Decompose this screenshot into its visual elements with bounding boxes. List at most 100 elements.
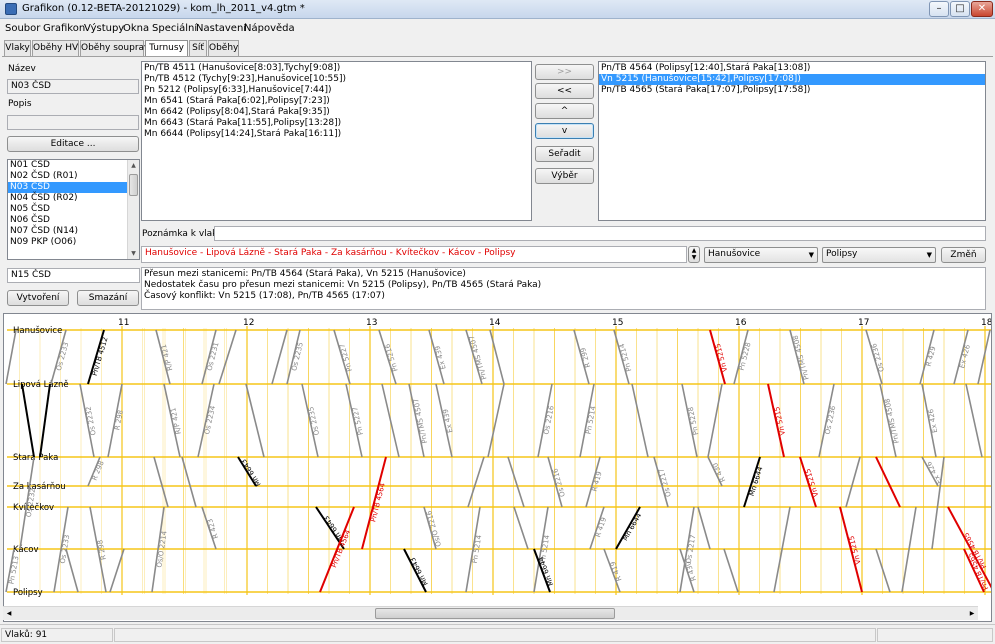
app-icon [5,3,17,15]
available-train-item[interactable]: Mn 6541 (Stará Paka[6:02],Polipsy[7:23]) [142,96,531,107]
message-line: Nedostatek času pro přesun mezi stanicem… [144,280,542,290]
select-button[interactable]: Výběr [535,168,594,184]
tab-obehy[interactable]: Oběhy [208,40,239,56]
available-train-item[interactable]: Pn/TB 4511 (Hanušovice[8:03],Tychy[9:08]… [142,63,531,74]
circulation-list-scrollbar[interactable]: ▲ ▼ [127,160,139,259]
scroll-right-icon[interactable]: ▶ [966,608,978,620]
menu-soubor[interactable]: Soubor [5,23,40,34]
menu-bar: Soubor Grafikon Výstupy Okna Speciální N… [0,20,995,38]
train-diagram-canvas[interactable]: 11 12 13 14 15 16 17 18HanušoviceLipová LázněSt… [4,314,992,606]
train-label: Pn 5227 [338,343,354,373]
remove-train-button[interactable]: << [535,83,594,99]
train-label: R 430 [711,461,727,483]
available-train-item[interactable]: Pn/TB 4512 (Tychy[9:23],Hanušovice[10:55… [142,74,531,85]
train-label: Os 2235 [290,341,305,371]
description-field[interactable] [7,115,139,130]
train-label: Os 2232 [84,406,97,436]
train-label: Os 2233 [55,341,71,371]
change-button[interactable]: Změň [941,247,986,263]
create-button[interactable]: Vytvoření [7,290,69,306]
train-label: Mn 6643 [240,457,263,487]
new-circulation-field[interactable]: N15 ČSD [7,268,140,283]
menu-napoveda[interactable]: Nápověda [244,23,295,34]
available-train-item[interactable]: Mn 6643 (Stará Paka[11:55],Polipsy[13:28… [142,118,531,129]
assigned-train-item[interactable]: Pn/TB 4564 (Polipsy[12:40],Stará Paka[13… [599,63,985,74]
to-station-combo[interactable]: Polipsy ▼ [822,247,936,263]
circulation-list-item[interactable]: N06 ČSD [8,215,139,226]
circulation-list-item[interactable]: N05 ČSD [8,204,139,215]
train-label: Os 2236 [870,342,886,373]
train-label: Vn 5215 [773,406,787,436]
to-station-value: Polipsy [826,249,858,259]
menu-okna[interactable]: Okna [123,23,149,34]
train-label: Os 2235 [307,406,321,436]
hour-label: 12 [243,318,254,328]
train-note-field[interactable] [214,226,986,241]
scroll-thumb[interactable] [129,174,138,196]
assigned-train-item[interactable]: Pn/TB 4565 (Stará Paka[17:07],Polipsy[17… [599,85,985,96]
menu-specialni[interactable]: Speciální [152,23,197,34]
train-label: Ex 439 [442,408,455,433]
hour-label: 13 [366,318,377,328]
route-spinner[interactable]: ▲ ▼ [688,246,700,263]
tab-sit[interactable]: Síť [189,40,207,56]
move-down-button[interactable]: v [535,123,594,139]
train-path [723,548,739,593]
hour-label: 16 [735,318,747,328]
hour-label: 14 [489,318,501,328]
circulation-list-item[interactable]: N01 ČSD [8,160,139,171]
tab-vlaky[interactable]: Vlaky [4,40,31,56]
close-button[interactable]: ✕ [971,1,993,17]
train-label: R 299 [579,347,592,369]
message-line: Přesun mezi stanicemi: Pn/TB 4564 (Stará… [144,269,466,279]
move-up-button[interactable]: ^ [535,103,594,119]
circulation-list-item[interactable]: N09 PKP (O06) [8,237,139,248]
circulation-list-item[interactable]: N02 ČSD (R01) [8,171,139,182]
available-train-item[interactable]: Pn 5212 (Polipsy[6:33],Hanušovice[7:44]) [142,85,531,96]
add-train-button[interactable]: >> [535,64,594,80]
menu-grafikon[interactable]: Grafikon [43,23,85,34]
menu-nastaveni[interactable]: Nastavení [196,23,246,34]
delete-button[interactable]: Smazání [77,290,139,306]
circulation-list-item[interactable]: N04 ČSD (R02) [8,193,139,204]
train-path [39,383,51,458]
available-train-item[interactable]: Mn 6644 (Polipsy[14:24],Stará Paka[16:11… [142,129,531,140]
scroll-down-icon[interactable]: ▼ [128,248,139,259]
edit-button[interactable]: Editace ... [7,136,139,152]
assigned-train-item[interactable]: Vn 5215 (Hanušovice[15:42],Polipsy[17:08… [599,74,985,85]
name-field[interactable]: N03 ČSD [7,79,139,94]
circulation-list-item[interactable]: N03 ČSD [8,182,139,193]
circulation-list-item[interactable]: N07 ČSD (N14) [8,226,139,237]
available-train-item[interactable]: Mn 6642 (Polipsy[8:04],Stará Paka[9:35]) [142,107,531,118]
title-bar: Grafikon (0.12-BETA-20121029) - kom_lh_2… [0,0,995,19]
train-diagram[interactable]: 11 12 13 14 15 16 17 18 Hanušovice Lipová Lázně St… [3,313,992,622]
train-label: Os/O 2216 [425,509,443,547]
sort-button[interactable]: Seřadit [535,146,594,162]
train-path [467,456,485,508]
messages-panel: Přesun mezi stanicemi: Pn/TB 4564 (Stará… [141,267,986,310]
from-station-combo[interactable]: Hanušovice ▼ [704,247,818,263]
train-path [65,548,79,593]
scroll-left-icon[interactable]: ◀ [3,608,15,620]
train-path [487,383,505,458]
train-path [513,506,529,550]
maximize-button[interactable]: □ [950,1,970,17]
hour-label: 18 [981,318,992,328]
route-field[interactable]: Hanušovice - Lipová Lázně - Stará Paka -… [141,246,687,263]
tab-turnusy[interactable]: Turnusy [145,40,188,57]
diagram-horizontal-scrollbar[interactable]: ◀ ▶ [3,606,978,620]
train-label: Os 2231 [206,341,221,371]
train-path [631,383,649,458]
chevron-down-icon: ▼ [808,251,814,259]
train-label: R/P 421 [169,407,183,435]
menu-vystupy[interactable]: Výstupy [84,23,124,34]
train-label: Os 2236 [824,404,838,435]
tab-obehy-hv[interactable]: Oběhy HV [32,40,79,56]
scroll-thumb[interactable] [375,608,615,619]
name-label: Název [8,64,36,74]
minimize-button[interactable]: – [929,1,949,17]
tab-obehy-souprav[interactable]: Oběhy souprav [80,40,149,56]
train-label: R 298 [113,409,125,431]
train-label: Os 2217 [657,467,673,497]
scroll-up-icon[interactable]: ▲ [128,160,139,171]
